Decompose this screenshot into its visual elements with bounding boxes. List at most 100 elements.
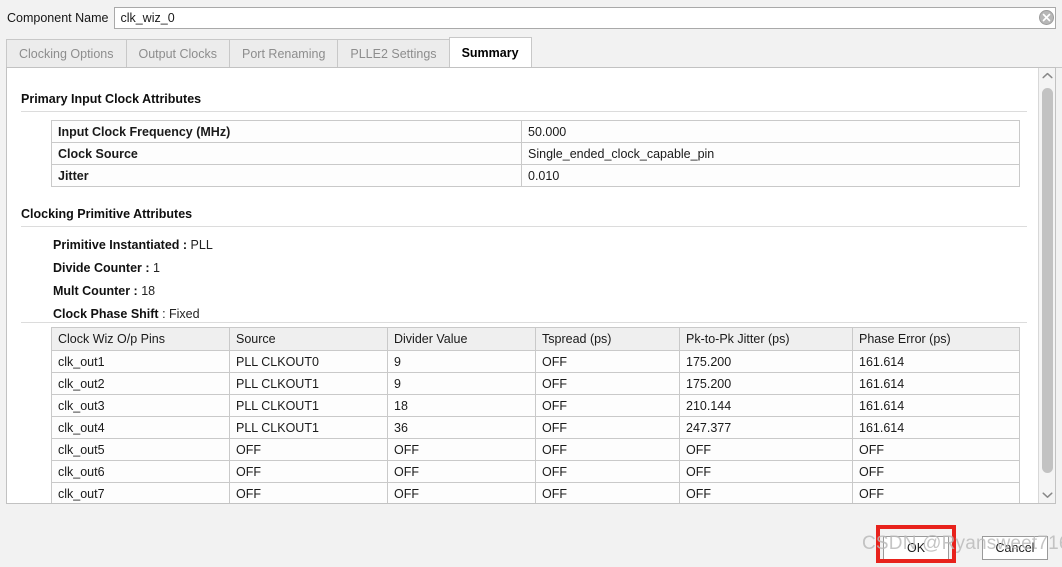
cell-clock-pin: clk_out3 (51, 394, 230, 417)
component-name-field-wrap (114, 7, 1056, 29)
table-row: Input Clock Frequency (MHz) 50.000 (51, 120, 1020, 143)
cell-divider-value: 18 (387, 394, 536, 417)
cell-clock-pin: clk_out4 (51, 416, 230, 439)
attr-key: Clock Source (51, 142, 522, 165)
clocking-primitive-attributes: Primitive Instantiated : PLL Divide Coun… (53, 238, 213, 330)
cell-pk-to-pk-jitter: 247.377 (679, 416, 853, 439)
table-row: clk_out2 PLL CLKOUT1 9 OFF 175.200 161.614 (51, 372, 1020, 395)
attr-value: Single_ended_clock_capable_pin (521, 142, 1020, 165)
cell-pk-to-pk-jitter: 210.144 (679, 394, 853, 417)
cell-tspread: OFF (535, 460, 680, 483)
cell-phase-error: 161.614 (852, 416, 1020, 439)
column-header-tspread: Tspread (ps) (535, 327, 680, 351)
table-row: Clock Source Single_ended_clock_capable_… (51, 142, 1020, 165)
tab-bar: Clocking Options Output Clocks Port Rena… (0, 36, 1062, 68)
clock-output-table-body: clk_out1 PLL CLKOUT0 9 OFF 175.200 161.614 clk… (51, 350, 1020, 503)
attr-value: 0.010 (521, 164, 1020, 187)
primary-input-clock-table: Input Clock Frequency (MHz) 50.000 Clock… (51, 120, 1020, 187)
cell-clock-pin: clk_out6 (51, 460, 230, 483)
cell-divider-value: OFF (387, 482, 536, 503)
chevron-down-icon[interactable] (1039, 487, 1055, 503)
cell-tspread: OFF (535, 394, 680, 417)
attribute-value: : Fixed (162, 307, 200, 321)
cell-phase-error: 161.614 (852, 394, 1020, 417)
cell-tspread: OFF (535, 438, 680, 461)
primary-input-clock-table-wrap: Input Clock Frequency (MHz) 50.000 Clock… (51, 120, 1020, 187)
tab-summary[interactable]: Summary (448, 37, 532, 68)
tab-clocking-options[interactable]: Clocking Options (6, 39, 126, 68)
attribute-key: Clock Phase Shift (53, 307, 159, 321)
cell-source: PLL CLKOUT1 (229, 394, 388, 417)
vertical-scrollbar[interactable] (1038, 68, 1055, 503)
cell-divider-value: OFF (387, 438, 536, 461)
clocking-primitive-title: Clocking Primitive Attributes (21, 207, 193, 221)
chevron-up-icon[interactable] (1039, 68, 1055, 84)
attribute-line: Primitive Instantiated : PLL (53, 238, 213, 252)
cell-pk-to-pk-jitter: 175.200 (679, 372, 853, 395)
cell-phase-error: 161.614 (852, 372, 1020, 395)
component-name-input[interactable] (114, 7, 1056, 29)
table-row: clk_out4 PLL CLKOUT1 36 OFF 247.377 161.614 (51, 416, 1020, 439)
attribute-line: Clock Phase Shift : Fixed (53, 307, 213, 321)
cell-tspread: OFF (535, 482, 680, 503)
attr-value: 50.000 (521, 120, 1020, 143)
clocking-primitive-section: Clocking Primitive Attributes (21, 207, 1027, 227)
cell-source: OFF (229, 438, 388, 461)
cancel-button[interactable]: Cancel (982, 536, 1048, 560)
attribute-value: 18 (141, 284, 156, 298)
cell-divider-value: 9 (387, 350, 536, 373)
cell-clock-pin: clk_out7 (51, 482, 230, 503)
cell-pk-to-pk-jitter: OFF (679, 438, 853, 461)
section-divider (21, 111, 1027, 112)
column-header-divider-value: Divider Value (387, 327, 536, 351)
table-row: clk_out1 PLL CLKOUT0 9 OFF 175.200 161.614 (51, 350, 1020, 373)
column-header-pk-to-pk-jitter: Pk-to-Pk Jitter (ps) (679, 327, 853, 351)
cell-phase-error: OFF (852, 482, 1020, 503)
cell-tspread: OFF (535, 416, 680, 439)
attribute-line: Divide Counter : 1 (53, 261, 213, 275)
table-row: clk_out7 OFF OFF OFF OFF OFF (51, 482, 1020, 503)
column-header-source: Source (229, 327, 388, 351)
tab-port-renaming[interactable]: Port Renaming (229, 39, 338, 68)
attr-key: Jitter (51, 164, 522, 187)
ok-button[interactable]: OK (883, 536, 949, 560)
scrollbar-thumb[interactable] (1042, 88, 1053, 473)
tab-output-clocks[interactable]: Output Clocks (125, 39, 230, 68)
attribute-key: Mult Counter : (53, 284, 138, 298)
cell-source: PLL CLKOUT1 (229, 416, 388, 439)
cell-source: OFF (229, 460, 388, 483)
table-row: clk_out3 PLL CLKOUT1 18 OFF 210.144 161.614 (51, 394, 1020, 417)
summary-panel-content: Primary Input Clock Attributes Input Clo… (7, 68, 1039, 503)
cell-phase-error: OFF (852, 460, 1020, 483)
cell-divider-value: 9 (387, 372, 536, 395)
attribute-key: Divide Counter : (53, 261, 150, 275)
cell-pk-to-pk-jitter: OFF (679, 460, 853, 483)
attribute-line: Mult Counter : 18 (53, 284, 213, 298)
cell-phase-error: OFF (852, 438, 1020, 461)
column-header-phase-error: Phase Error (ps) (852, 327, 1020, 351)
cell-tspread: OFF (535, 372, 680, 395)
table-header-row: Clock Wiz O/p Pins Source Divider Value … (51, 327, 1020, 351)
cell-source: PLL CLKOUT1 (229, 372, 388, 395)
attr-key: Input Clock Frequency (MHz) (51, 120, 522, 143)
clock-output-table: Clock Wiz O/p Pins Source Divider Value … (51, 327, 1020, 503)
table-row: clk_out6 OFF OFF OFF OFF OFF (51, 460, 1020, 483)
attribute-value: 1 (153, 261, 160, 275)
cell-clock-pin: clk_out1 (51, 350, 230, 373)
section-divider (21, 322, 1027, 323)
tab-plle2-settings[interactable]: PLLE2 Settings (337, 39, 449, 68)
cell-source: PLL CLKOUT0 (229, 350, 388, 373)
clear-circle-icon[interactable] (1038, 9, 1055, 26)
table-row: Jitter 0.010 (51, 164, 1020, 187)
attribute-key: Primitive Instantiated : (53, 238, 188, 252)
primary-input-clock-section: Primary Input Clock Attributes (21, 92, 1027, 112)
primary-input-clock-title: Primary Input Clock Attributes (21, 92, 202, 106)
section-divider (21, 226, 1027, 227)
cell-source: OFF (229, 482, 388, 503)
cell-divider-value: OFF (387, 460, 536, 483)
summary-panel: Primary Input Clock Attributes Input Clo… (6, 67, 1056, 504)
column-header-clock-wiz-pins: Clock Wiz O/p Pins (51, 327, 230, 351)
component-name-row: Component Name (0, 0, 1062, 36)
cell-pk-to-pk-jitter: OFF (679, 482, 853, 503)
cell-tspread: OFF (535, 350, 680, 373)
